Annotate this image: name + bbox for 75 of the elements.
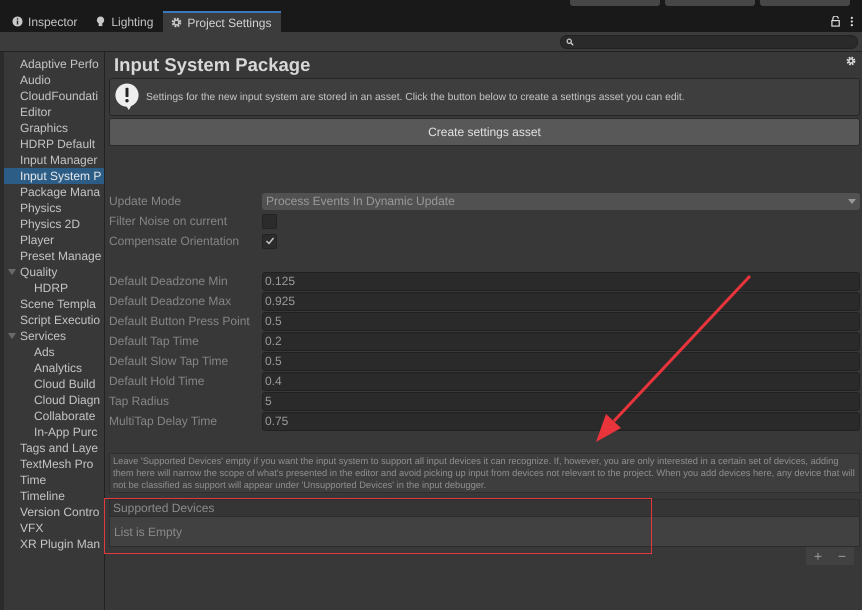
warning-icon [114, 83, 140, 111]
sidebar-item[interactable]: Analytics [4, 360, 104, 376]
sidebar-item[interactable]: Collaborate [4, 408, 104, 424]
number-field[interactable]: 0.2 [262, 332, 860, 350]
sidebar-item[interactable]: Physics 2D [4, 216, 104, 232]
help-text: Leave 'Supported Devices' empty if you want the input system to support all input devices it can recognize. If, however, you are only interested in a certain set of devices, adding them here will narrow the scope of what's presented in the editor and avoid picking up input from devices not relevant to the project. When you add devices here, any device that will not be classified as support will appear under 'Unsupported Devices' in the input debugger. [109, 453, 860, 493]
sidebar-item[interactable]: Input Manager [4, 152, 104, 168]
sidebar-item[interactable]: Ads [4, 344, 104, 360]
sidebar-item[interactable]: Cloud Diagn [4, 392, 104, 408]
sidebar-item[interactable]: Scene Templa [4, 296, 104, 312]
number-field[interactable]: 0.5 [262, 312, 860, 330]
sidebar-item[interactable]: TextMesh Pro [4, 456, 104, 472]
number-field[interactable]: 0.5 [262, 352, 860, 370]
sidebar-item[interactable]: Version Contro [4, 504, 104, 520]
expand-icon[interactable] [8, 268, 16, 276]
field-label: Default Slow Tap Time [109, 354, 230, 368]
tab[interactable]: Lighting [87, 11, 164, 32]
sidebar-item[interactable]: Time [4, 472, 104, 488]
search-field[interactable] [560, 34, 858, 48]
empty-list-text: List is Empty [114, 524, 182, 538]
add-button[interactable]: + [806, 547, 830, 565]
sidebar-item[interactable]: In-App Purc [4, 424, 104, 440]
field-label: Default Hold Time [109, 374, 206, 388]
sidebar-item[interactable]: XR Plugin Man [4, 536, 104, 552]
number-field[interactable]: 0.125 [262, 272, 860, 290]
lock-icon[interactable] [831, 16, 840, 27]
checkbox[interactable] [262, 234, 277, 248]
number-field[interactable]: 0.4 [262, 372, 860, 390]
settings-icon [171, 17, 182, 28]
field-label: Default Deadzone Max [109, 294, 232, 308]
create-settings-button[interactable]: Create settings asset [109, 118, 860, 146]
notice-text: Settings for the new input system are stored in an asset. Click the button below to create a settings asset you can edit. [146, 92, 685, 102]
sidebar-item[interactable]: Cloud Build [4, 376, 104, 392]
field-label: MultiTap Delay Time [109, 414, 218, 428]
sidebar-item[interactable]: Player [4, 232, 104, 248]
sidebar-item[interactable]: Graphics [4, 120, 104, 136]
sidebar-item[interactable]: HDRP Default [4, 136, 104, 152]
list-header: Supported Devices [109, 499, 860, 517]
number-field[interactable]: 0.75 [262, 412, 860, 430]
sidebar-item[interactable]: Audio [4, 72, 104, 88]
sidebar-item[interactable]: Editor [4, 104, 104, 120]
sidebar-item[interactable]: VFX [4, 520, 104, 536]
field-label: Update Mode [109, 194, 182, 208]
number-field[interactable]: 5 [262, 392, 860, 410]
sidebar-item[interactable]: Package Mana [4, 184, 104, 200]
check-icon [264, 236, 274, 246]
settings-icon[interactable] [846, 56, 856, 66]
tab[interactable]: Project Settings [163, 11, 282, 32]
sidebar-item[interactable]: CloudFoundati [4, 88, 104, 104]
sidebar-item[interactable]: Tags and Laye [4, 440, 104, 456]
sidebar-item[interactable]: Input System P [4, 168, 104, 184]
sidebar-item[interactable]: HDRP [4, 280, 104, 296]
sidebar-item[interactable]: Timeline [4, 488, 104, 504]
field-label: Filter Noise on current [109, 214, 228, 228]
sidebar-item[interactable]: Services [4, 328, 104, 344]
search-icon [566, 38, 574, 46]
field-label: Default Deadzone Min [109, 274, 229, 288]
sidebar-item[interactable]: Adaptive Perfo [4, 56, 104, 72]
field-label: Tap Radius [109, 394, 170, 408]
field-label: Compensate Orientation [109, 234, 240, 248]
remove-button[interactable]: − [830, 547, 854, 565]
caret-icon [848, 198, 856, 204]
field-label: Default Button Press Point [109, 314, 251, 328]
page-title: Input System Package [113, 54, 310, 76]
tab[interactable]: Inspector [4, 11, 88, 32]
info-icon [12, 16, 23, 27]
lightbulb-icon [95, 16, 106, 27]
expand-icon[interactable] [8, 332, 16, 340]
more-icon[interactable] [850, 16, 854, 27]
field-label: Default Tap Time [109, 334, 200, 348]
number-field[interactable]: 0.925 [262, 292, 860, 310]
sidebar-item[interactable]: Script Executio [4, 312, 104, 328]
sidebar-item[interactable]: Physics [4, 200, 104, 216]
sidebar-item[interactable]: Preset Manage [4, 248, 104, 264]
sidebar-item[interactable]: Quality [4, 264, 104, 280]
